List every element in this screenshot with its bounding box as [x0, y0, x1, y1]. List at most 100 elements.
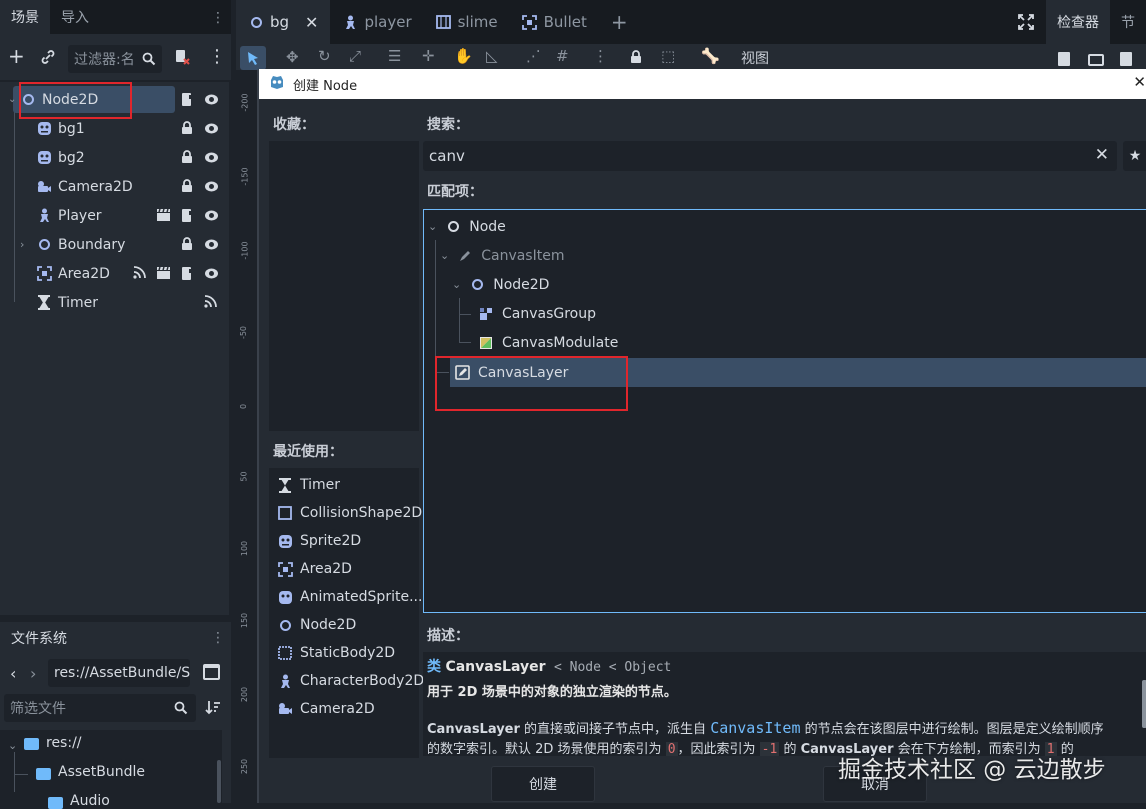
scene-menu-icon[interactable]: ⋮ — [208, 46, 226, 67]
rotate-tool-icon[interactable]: ↻ — [318, 47, 331, 65]
bone-icon[interactable]: 🦴 — [701, 47, 720, 65]
tab-filesystem[interactable]: 文件系统 — [0, 622, 231, 654]
visibility-eye-icon[interactable] — [204, 237, 219, 256]
list-select-icon[interactable]: ☰ — [388, 47, 401, 65]
file-item-assetbundle[interactable]: AssetBundle — [58, 764, 145, 780]
tree-row-bg2[interactable]: bg2 — [36, 143, 264, 172]
script-icon[interactable] — [181, 266, 194, 285]
scene-dock-tabs: 场景 导入 ⋮ — [0, 0, 231, 34]
nav-back-icon[interactable]: ‹ — [10, 664, 16, 683]
distraction-free-icon[interactable] — [1018, 14, 1034, 34]
recent-item-node2d[interactable]: Node2D — [277, 611, 356, 639]
link-icon[interactable] — [40, 49, 56, 69]
sort-icon[interactable] — [205, 699, 221, 719]
node-icon — [445, 219, 461, 235]
visibility-eye-icon[interactable] — [204, 92, 219, 111]
recent-item-camera2d[interactable]: Camera2D — [277, 695, 375, 723]
lock-icon[interactable] — [181, 121, 193, 139]
tab-scene-bg[interactable]: bg ✕ — [236, 0, 331, 44]
recent-item-sprite2d[interactable]: Sprite2D — [277, 527, 361, 555]
tree-row-timer[interactable]: Timer — [36, 288, 264, 317]
visibility-eye-icon[interactable] — [204, 208, 219, 227]
recent-item-collisionshape2d[interactable]: CollisionShape2D — [277, 499, 422, 527]
lock-icon[interactable] — [181, 179, 193, 197]
tab-node[interactable]: 节 — [1110, 0, 1146, 44]
tab-import[interactable]: 导入 — [50, 0, 100, 34]
tree-row-camera2d[interactable]: Camera2D — [36, 172, 264, 201]
signal-icon[interactable] — [133, 266, 146, 283]
pan-tool-icon[interactable]: ✋ — [454, 47, 473, 65]
match-row-canvasitem[interactable]: ⌄ CanvasItem — [440, 241, 564, 270]
lock-icon[interactable] — [181, 237, 193, 255]
visibility-eye-icon[interactable] — [204, 266, 219, 285]
search-input[interactable]: canv ✕ — [423, 141, 1117, 171]
tab-scene-player[interactable]: player — [330, 0, 423, 44]
favorite-star-icon[interactable]: ★ — [1123, 141, 1146, 171]
path-field[interactable]: res://AssetBundle/S — [48, 659, 190, 687]
add-tab-icon[interactable]: + — [599, 0, 640, 44]
signal-icon[interactable] — [204, 295, 217, 312]
pivot-tool-icon[interactable]: ✛ — [422, 47, 435, 65]
visibility-eye-icon[interactable] — [204, 121, 219, 140]
description-scrollbar[interactable] — [1142, 680, 1146, 728]
split-view-icon[interactable] — [203, 664, 220, 680]
recent-item-animatedsprite[interactable]: AnimatedSprite... — [277, 583, 422, 611]
script-icon[interactable] — [181, 92, 194, 111]
add-node-icon[interactable]: + — [8, 46, 25, 66]
group-icon[interactable]: ⬚ — [661, 47, 675, 65]
staticbody2d-icon — [277, 645, 293, 661]
match-row-canvasgroup[interactable]: CanvasGroup — [478, 299, 596, 328]
close-icon[interactable]: ✕ — [1133, 73, 1146, 91]
recent-item-staticbody2d[interactable]: StaticBody2D — [277, 639, 395, 667]
file-filter-input[interactable]: 筛选文件 — [4, 694, 196, 722]
tab-inspector[interactable]: 检查器 — [1046, 0, 1110, 44]
scene-filter-input[interactable]: 过滤器:名 — [68, 45, 162, 73]
script-icon[interactable] — [181, 208, 194, 227]
nav-forward-icon[interactable]: › — [30, 664, 36, 683]
visibility-eye-icon[interactable] — [204, 150, 219, 169]
lock-icon[interactable] — [181, 150, 193, 168]
script-remove-icon[interactable] — [173, 48, 191, 70]
match-row-node[interactable]: ⌄ Node — [428, 212, 506, 241]
tab-scene-bullet[interactable]: Bullet — [510, 0, 599, 44]
ruler-label: 250 — [240, 758, 250, 775]
recent-item-timer[interactable]: Timer — [277, 471, 340, 499]
recent-item-characterbody2d[interactable]: CharacterBody2D — [277, 667, 424, 695]
clapper-icon[interactable] — [156, 208, 171, 226]
tab-scene[interactable]: 场景 — [0, 0, 50, 34]
dock-menu-icon[interactable]: ⋮ — [211, 630, 225, 646]
area2d-icon — [36, 266, 52, 282]
save-icon[interactable] — [1120, 52, 1132, 66]
animatedsprite-icon — [277, 589, 293, 605]
clapper-icon[interactable] — [156, 266, 171, 284]
ruler-tool-icon[interactable]: ◺ — [486, 47, 498, 65]
match-row-canvasmodulate[interactable]: CanvasModulate — [478, 328, 618, 357]
tab-scene-slime[interactable]: slime — [424, 0, 510, 44]
move-tool-icon[interactable]: ✥ — [286, 48, 299, 66]
view-menu[interactable]: 视图 — [741, 48, 769, 68]
tree-row-player[interactable]: Player — [36, 201, 264, 230]
visibility-eye-icon[interactable] — [204, 179, 219, 198]
close-icon[interactable]: ✕ — [305, 13, 318, 32]
clear-icon[interactable]: ✕ — [1095, 145, 1109, 165]
recent-item-area2d[interactable]: Area2D — [277, 555, 352, 583]
grid-snap-icon[interactable]: # — [556, 47, 569, 65]
dock-menu-icon[interactable]: ⋮ — [211, 10, 225, 26]
scrollbar[interactable] — [217, 760, 221, 803]
match-row-node2d[interactable]: ⌄ Node2D — [452, 270, 549, 299]
create-button[interactable]: 创建 — [491, 766, 595, 802]
file-item-audio[interactable]: Audio — [70, 793, 110, 809]
select-tool-icon[interactable] — [240, 46, 266, 70]
smart-snap-icon[interactable]: ⋰ — [526, 47, 541, 65]
sprite2d-icon — [36, 150, 52, 166]
file-item-res[interactable]: res:// — [46, 735, 82, 751]
new-resource-icon[interactable] — [1058, 52, 1070, 66]
ruler-label: -50 — [239, 325, 249, 340]
snap-options-icon[interactable]: ⋮ — [593, 47, 608, 65]
open-folder-icon[interactable] — [1088, 54, 1104, 66]
tree-row-area2d[interactable]: Area2D — [36, 259, 264, 288]
scale-tool-icon[interactable]: ⤢ — [349, 47, 361, 65]
ruler-label: 200 — [240, 686, 250, 703]
description-panel: 类 CanvasLayer < Node < Object 用于 2D 场景中的… — [423, 652, 1146, 756]
lock-icon[interactable] — [630, 50, 642, 68]
